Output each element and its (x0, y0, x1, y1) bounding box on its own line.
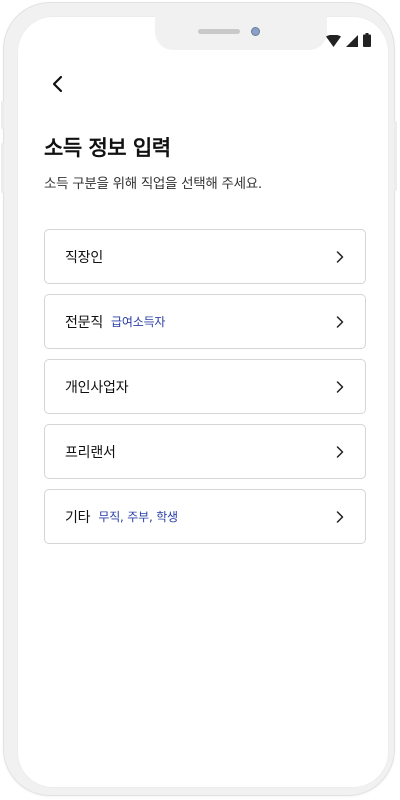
chevron-right-icon (334, 250, 346, 264)
job-list: 직장인 전문직 급여소득자 개인사업자 프리랜서 기타 무직, 주부, 학생 (44, 229, 366, 554)
notch (155, 16, 327, 50)
back-button[interactable] (45, 74, 69, 98)
page-title: 소득 정보 입력 (44, 136, 171, 160)
screen: 소득 정보 입력 소득 구분을 위해 직업을 선택해 주세요. 직장인 전문직 … (17, 16, 389, 788)
job-option-label: 프리랜서 (65, 444, 116, 461)
front-camera (252, 28, 259, 35)
job-option-sublabel: 무직, 주부, 학생 (98, 510, 178, 524)
speaker-grille (198, 29, 240, 34)
side-button-left-top (1, 101, 4, 129)
job-option-label: 전문직 (65, 314, 104, 331)
phone-frame: 소득 정보 입력 소득 구분을 위해 직업을 선택해 주세요. 직장인 전문직 … (1, 3, 397, 795)
side-button-right (394, 121, 397, 191)
job-option-self-employed[interactable]: 개인사업자 (44, 359, 366, 414)
chevron-right-icon (334, 510, 346, 524)
job-option-professional[interactable]: 전문직 급여소득자 (44, 294, 366, 349)
page-description: 소득 구분을 위해 직업을 선택해 주세요. (44, 176, 262, 192)
chevron-right-icon (334, 315, 346, 329)
job-option-freelancer[interactable]: 프리랜서 (44, 424, 366, 479)
job-option-label: 직장인 (65, 249, 104, 266)
chevron-right-icon (334, 380, 346, 394)
side-button-left-bottom (1, 143, 4, 193)
cellular-signal-icon (346, 32, 358, 51)
job-option-employee[interactable]: 직장인 (44, 229, 366, 284)
status-bar (326, 33, 371, 51)
job-option-label: 기타 (65, 509, 91, 526)
job-option-label: 개인사업자 (65, 379, 129, 396)
battery-icon (363, 32, 371, 51)
back-arrow-icon (51, 75, 63, 97)
job-option-sublabel: 급여소득자 (111, 315, 166, 329)
wifi-icon (326, 32, 341, 51)
chevron-right-icon (334, 445, 346, 459)
job-option-other[interactable]: 기타 무직, 주부, 학생 (44, 489, 366, 544)
